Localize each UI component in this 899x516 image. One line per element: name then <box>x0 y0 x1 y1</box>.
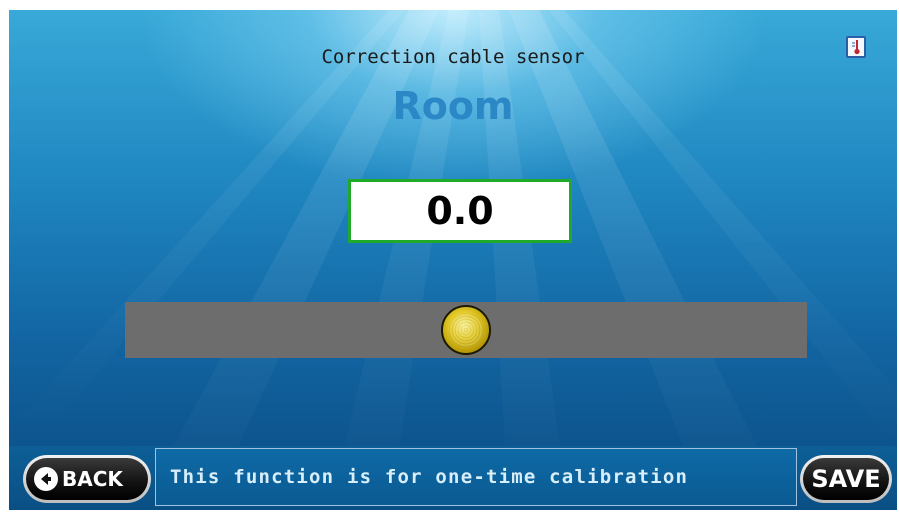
save-button[interactable]: SAVE <box>800 455 892 503</box>
slider-knob[interactable] <box>441 305 491 355</box>
back-button[interactable]: BACK <box>23 455 151 503</box>
calibration-screen: Correction cable sensor Room 0.0 BACK Th… <box>9 10 897 510</box>
save-button-label: SAVE <box>803 458 889 500</box>
correction-slider[interactable] <box>125 302 807 358</box>
correction-value-display: 0.0 <box>348 179 572 243</box>
thermometer-icon <box>852 40 860 55</box>
arrow-left-icon <box>34 467 58 491</box>
thermometer-button[interactable] <box>846 36 866 58</box>
info-message: This function is for one-time calibratio… <box>155 448 797 506</box>
sensor-name: Room <box>392 84 514 128</box>
page-title: Correction cable sensor <box>321 46 585 68</box>
back-button-label: BACK <box>62 467 123 491</box>
